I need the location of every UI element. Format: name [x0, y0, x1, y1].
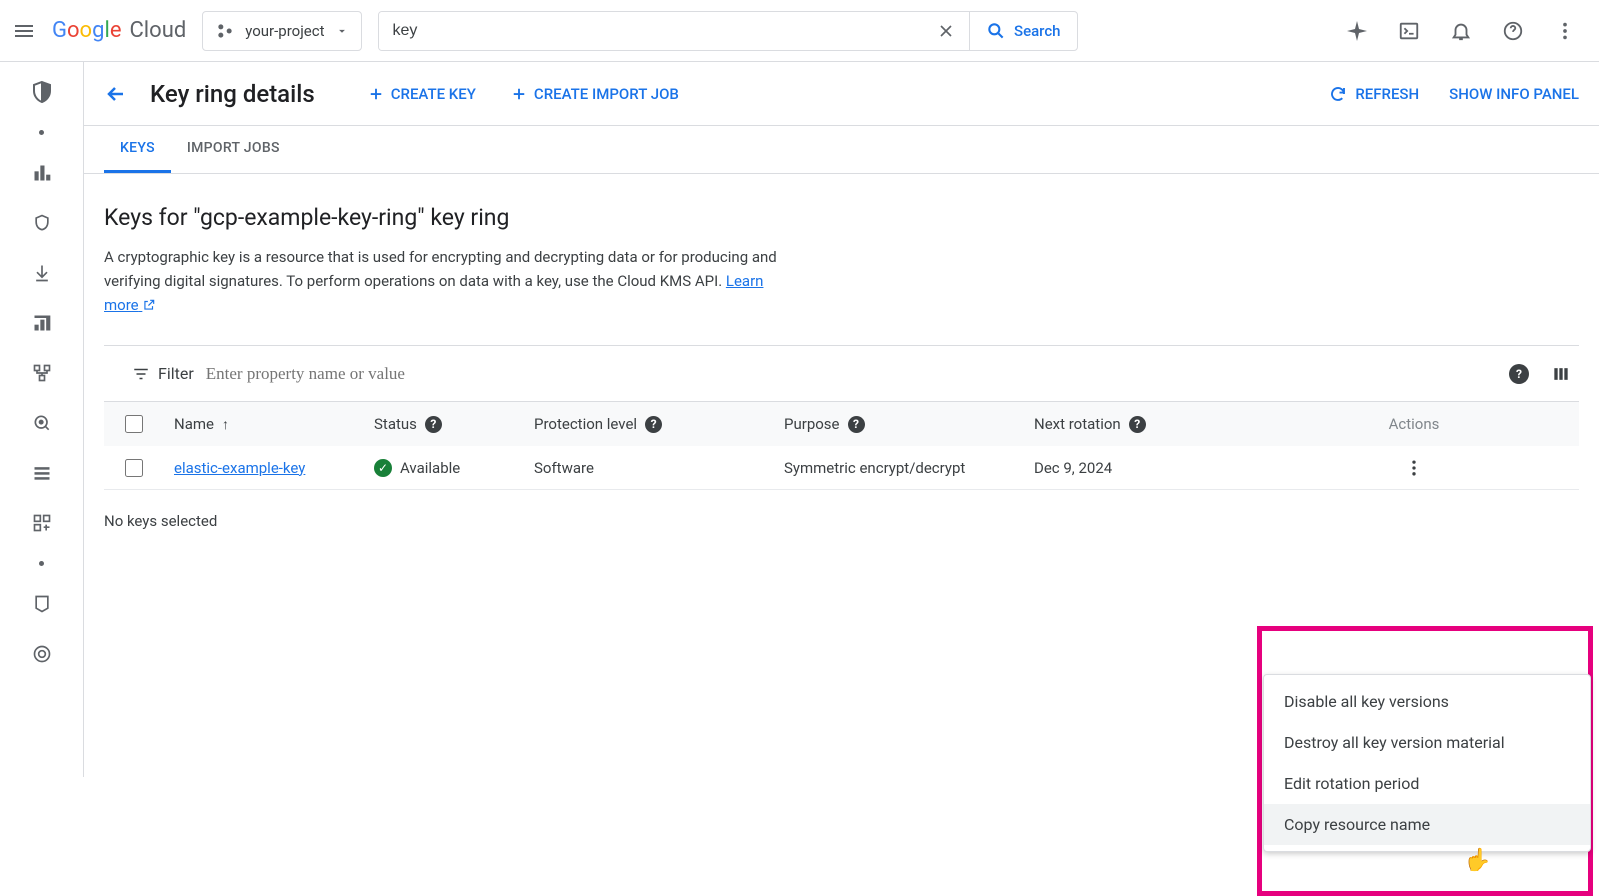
tab-keys[interactable]: KEYS	[104, 126, 171, 173]
menu-copy-resource-name[interactable]: Copy resource name	[1264, 804, 1590, 845]
row-checkbox[interactable]	[125, 459, 143, 477]
nav-separator	[39, 561, 44, 566]
page-header: Key ring details CREATE KEY CREATE IMPOR…	[84, 62, 1599, 126]
gemini-icon[interactable]	[1345, 19, 1369, 43]
nav-item-9[interactable]	[30, 592, 54, 616]
filter-label: Filter	[158, 364, 194, 383]
filter-label-group: Filter	[104, 364, 194, 383]
create-import-job-button[interactable]: CREATE IMPORT JOB	[510, 85, 679, 103]
left-nav	[0, 62, 84, 777]
cloud-shell-icon[interactable]	[1397, 19, 1421, 43]
desc-text: A cryptographic key is a resource that i…	[104, 248, 777, 290]
project-name: your-project	[245, 22, 324, 40]
col-next-rotation[interactable]: Next rotation	[1034, 415, 1121, 433]
col-protection[interactable]: Protection level	[534, 415, 637, 433]
row-actions-menu: Disable all key versions Destroy all key…	[1263, 674, 1591, 852]
tab-import-jobs[interactable]: IMPORT JOBS	[171, 126, 296, 173]
purpose-help-icon[interactable]: ?	[848, 416, 865, 433]
show-info-panel-button[interactable]: SHOW INFO PANEL	[1449, 85, 1579, 103]
table-header: Name ↑ Status? Protection level? Purpose?…	[104, 402, 1579, 446]
sort-ascending-icon[interactable]: ↑	[222, 416, 229, 433]
nav-separator	[39, 130, 44, 135]
more-icon[interactable]	[1553, 19, 1577, 43]
purpose-text: Symmetric encrypt/decrypt	[784, 459, 1034, 477]
search-box: Search	[378, 11, 1078, 51]
row-actions-icon[interactable]	[1399, 458, 1429, 478]
nav-item-7[interactable]	[30, 461, 54, 485]
create-import-job-label: CREATE IMPORT JOB	[534, 85, 679, 103]
filter-help-icon[interactable]: ?	[1509, 364, 1529, 384]
section-heading: Keys for "gcp-example-key-ring" key ring	[104, 204, 1579, 231]
rotation-text: Dec 9, 2024	[1034, 459, 1259, 477]
col-purpose[interactable]: Purpose	[784, 415, 840, 433]
tabs: KEYS IMPORT JOBS	[84, 126, 1599, 174]
show-info-label: SHOW INFO PANEL	[1449, 85, 1579, 103]
rotation-help-icon[interactable]: ?	[1129, 416, 1146, 433]
select-all-checkbox[interactable]	[125, 415, 143, 433]
main-content: Key ring details CREATE KEY CREATE IMPOR…	[84, 62, 1599, 777]
selection-status: No keys selected	[104, 512, 1579, 530]
help-icon[interactable]	[1501, 19, 1525, 43]
search-button-label: Search	[1014, 22, 1061, 40]
project-picker[interactable]: your-project	[202, 11, 361, 51]
protection-help-icon[interactable]: ?	[645, 416, 662, 433]
search-button[interactable]: Search	[969, 12, 1077, 50]
refresh-label: REFRESH	[1355, 85, 1419, 103]
col-status[interactable]: Status	[374, 415, 417, 433]
search-input[interactable]	[379, 12, 923, 50]
protection-text: Software	[534, 459, 784, 477]
logo-suffix: Cloud	[129, 18, 186, 43]
top-utility-icons	[1345, 19, 1587, 43]
hamburger-menu-icon[interactable]	[12, 19, 36, 43]
refresh-button[interactable]: REFRESH	[1329, 85, 1419, 103]
back-arrow-icon[interactable]	[104, 82, 128, 106]
col-actions: Actions	[1389, 415, 1440, 433]
nav-item-5[interactable]	[30, 361, 54, 385]
notifications-icon[interactable]	[1449, 19, 1473, 43]
content-area: Keys for "gcp-example-key-ring" key ring…	[84, 174, 1599, 550]
status-text: Available	[400, 459, 460, 477]
keys-table: Name ↑ Status? Protection level? Purpose?…	[104, 401, 1579, 490]
menu-edit-rotation[interactable]: Edit rotation period	[1264, 763, 1590, 804]
filter-icon	[132, 365, 150, 383]
section-description: A cryptographic key is a resource that i…	[104, 245, 784, 317]
key-name-link[interactable]: elastic-example-key	[174, 459, 305, 477]
menu-disable-versions[interactable]: Disable all key versions	[1264, 681, 1590, 722]
columns-icon[interactable]	[1551, 364, 1571, 384]
filter-bar: Filter ?	[104, 345, 1579, 401]
security-icon[interactable]	[30, 80, 54, 104]
col-name[interactable]: Name	[174, 415, 214, 433]
google-cloud-logo[interactable]: Google Cloud	[52, 18, 186, 43]
nav-item-1[interactable]	[30, 161, 54, 185]
nav-item-4[interactable]	[30, 311, 54, 335]
clear-search-icon[interactable]	[923, 12, 969, 50]
nav-item-8[interactable]	[30, 511, 54, 535]
status-ok-icon: ✓	[374, 459, 392, 477]
nav-item-10[interactable]	[30, 642, 54, 666]
create-key-button[interactable]: CREATE KEY	[367, 85, 476, 103]
page-title: Key ring details	[150, 80, 315, 108]
table-row: elastic-example-key ✓Available Software …	[104, 446, 1579, 490]
filter-input[interactable]	[206, 364, 1497, 384]
nav-item-3[interactable]	[30, 261, 54, 285]
menu-destroy-material[interactable]: Destroy all key version material	[1264, 722, 1590, 763]
nav-item-2[interactable]	[30, 211, 54, 235]
nav-item-6[interactable]	[30, 411, 54, 435]
top-bar: Google Cloud your-project Search	[0, 0, 1599, 62]
status-help-icon[interactable]: ?	[425, 416, 442, 433]
create-key-label: CREATE KEY	[391, 85, 476, 103]
